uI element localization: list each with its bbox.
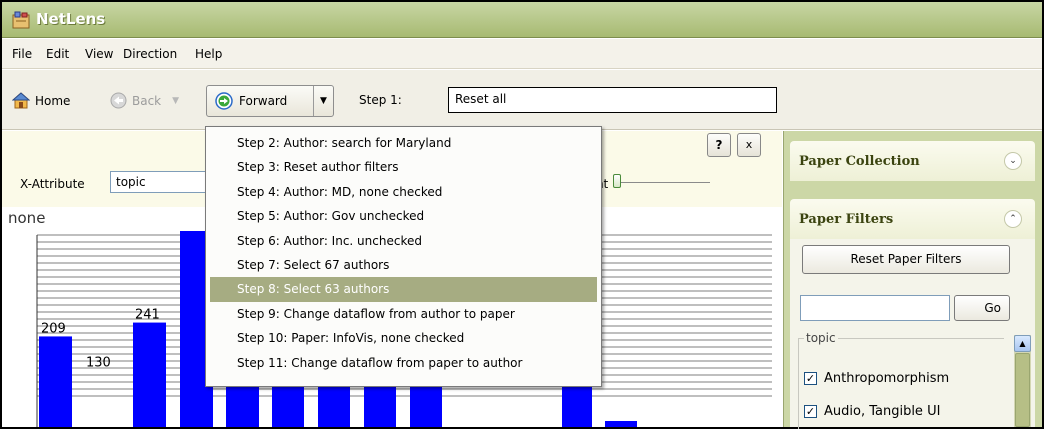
home-button[interactable]: Home [12,92,70,109]
paper-filters-title: Paper Filters [799,212,894,227]
help-button[interactable]: ? [707,133,731,157]
chart-bar[interactable] [39,336,72,427]
home-label: Home [35,93,71,108]
back-button[interactable]: Back ▼ [110,92,179,109]
height-slider-thumb[interactable] [613,174,621,188]
go-button[interactable]: Go [954,295,1010,321]
paper-filters-header[interactable]: Paper Filters ⌃ [790,199,1035,239]
paper-collection-title: Paper Collection [799,154,920,169]
title-bar: NetLens [2,2,1042,38]
window-title: NetLens [36,10,106,28]
step-menu-item[interactable]: Step 9: Change dataflow from author to p… [210,302,597,326]
reset-paper-filters-button[interactable]: Reset Paper Filters [802,245,1010,274]
topic-label: Anthropomorphism [824,371,950,386]
forward-button[interactable]: Forward ▼ [206,85,334,117]
menu-file[interactable]: File [12,47,32,61]
paper-collection-header[interactable]: Paper Collection ⌄ [790,141,1035,181]
step-history-dropdown: Step 2: Author: search for Maryland Step … [205,126,602,387]
paper-filters-body: Reset Paper Filters Go topic ✓ Anthropom… [790,239,1035,429]
menu-view[interactable]: View [85,47,113,61]
topic-checkbox-item[interactable]: ✓ Audio, Tangible UI [804,404,940,419]
scroll-up-icon[interactable]: ▲ [1014,335,1031,352]
step-menu-item[interactable]: Step 3: Reset author filters [210,155,597,179]
topic-label: Audio, Tangible UI [824,404,941,419]
step-menu-item[interactable]: Step 7: Select 67 authors [210,253,597,277]
step-menu-item[interactable]: Step 6: Author: Inc. unchecked [210,229,597,253]
bar-value-label: 513 [182,227,207,231]
right-panel: Paper Collection ⌄ Paper Filters ⌃ Reset… [783,131,1042,429]
checkbox-checked[interactable]: ✓ [804,405,817,418]
topic-legend: topic [804,331,838,345]
menu-direction[interactable]: Direction [123,47,177,61]
checkbox-checked[interactable]: ✓ [804,372,817,385]
step-menu-item[interactable]: Step 10: Paper: InfoVis, none checked [210,326,597,350]
bar-value-label: 209 [41,321,66,336]
step-menu-item[interactable]: Step 11: Change dataflow from paper to a… [210,351,597,375]
step-menu-item[interactable]: Step 4: Author: MD, none checked [210,180,597,204]
x-attribute-select[interactable]: topic [110,171,220,193]
topic-checkbox-item[interactable]: ✓ Anthropomorphism [804,371,949,386]
back-dropdown-icon[interactable]: ▼ [172,96,179,106]
forward-label: Forward [239,94,288,108]
chart-bar[interactable] [605,421,637,427]
netlens-logo-icon [12,11,30,29]
height-slider-track[interactable] [618,182,710,183]
chart-bar[interactable] [133,322,166,427]
forward-dropdown-icon[interactable]: ▼ [313,86,333,116]
forward-main[interactable]: Forward [207,92,313,110]
close-button[interactable]: x [737,133,761,157]
bar-value-label: 130 [86,356,111,371]
filter-search-input[interactable] [800,295,950,321]
bar-value-label: 241 [135,308,160,323]
menu-edit[interactable]: Edit [46,47,69,61]
scrollbar-thumb[interactable] [1015,353,1030,427]
app-window: NetLens File Edit View Direction Help Ho… [0,0,1044,429]
forward-arrow-icon [215,92,233,110]
back-arrow-icon [110,92,127,109]
back-label: Back [132,93,162,108]
toolbar: Home Back ▼ Forward ▼ Step 1: Reset all [2,70,1042,130]
chevron-up-icon[interactable]: ⌃ [1004,210,1022,228]
x-attribute-label: X-Attribute [20,177,85,191]
menu-help[interactable]: Help [195,47,222,61]
step-label: Step 1: [359,93,402,107]
step-menu-item[interactable]: Step 8: Select 63 authors [210,277,597,302]
facet-label: none [8,209,46,227]
chevron-down-icon[interactable]: ⌄ [1004,152,1022,170]
step-menu-item[interactable]: Step 2: Author: search for Maryland [210,131,597,155]
menu-bar: File Edit View Direction Help [2,39,1042,69]
home-icon [12,92,30,109]
step-description-field[interactable]: Reset all [448,87,777,113]
step-menu-item[interactable]: Step 5: Author: Gov unchecked [210,204,597,228]
